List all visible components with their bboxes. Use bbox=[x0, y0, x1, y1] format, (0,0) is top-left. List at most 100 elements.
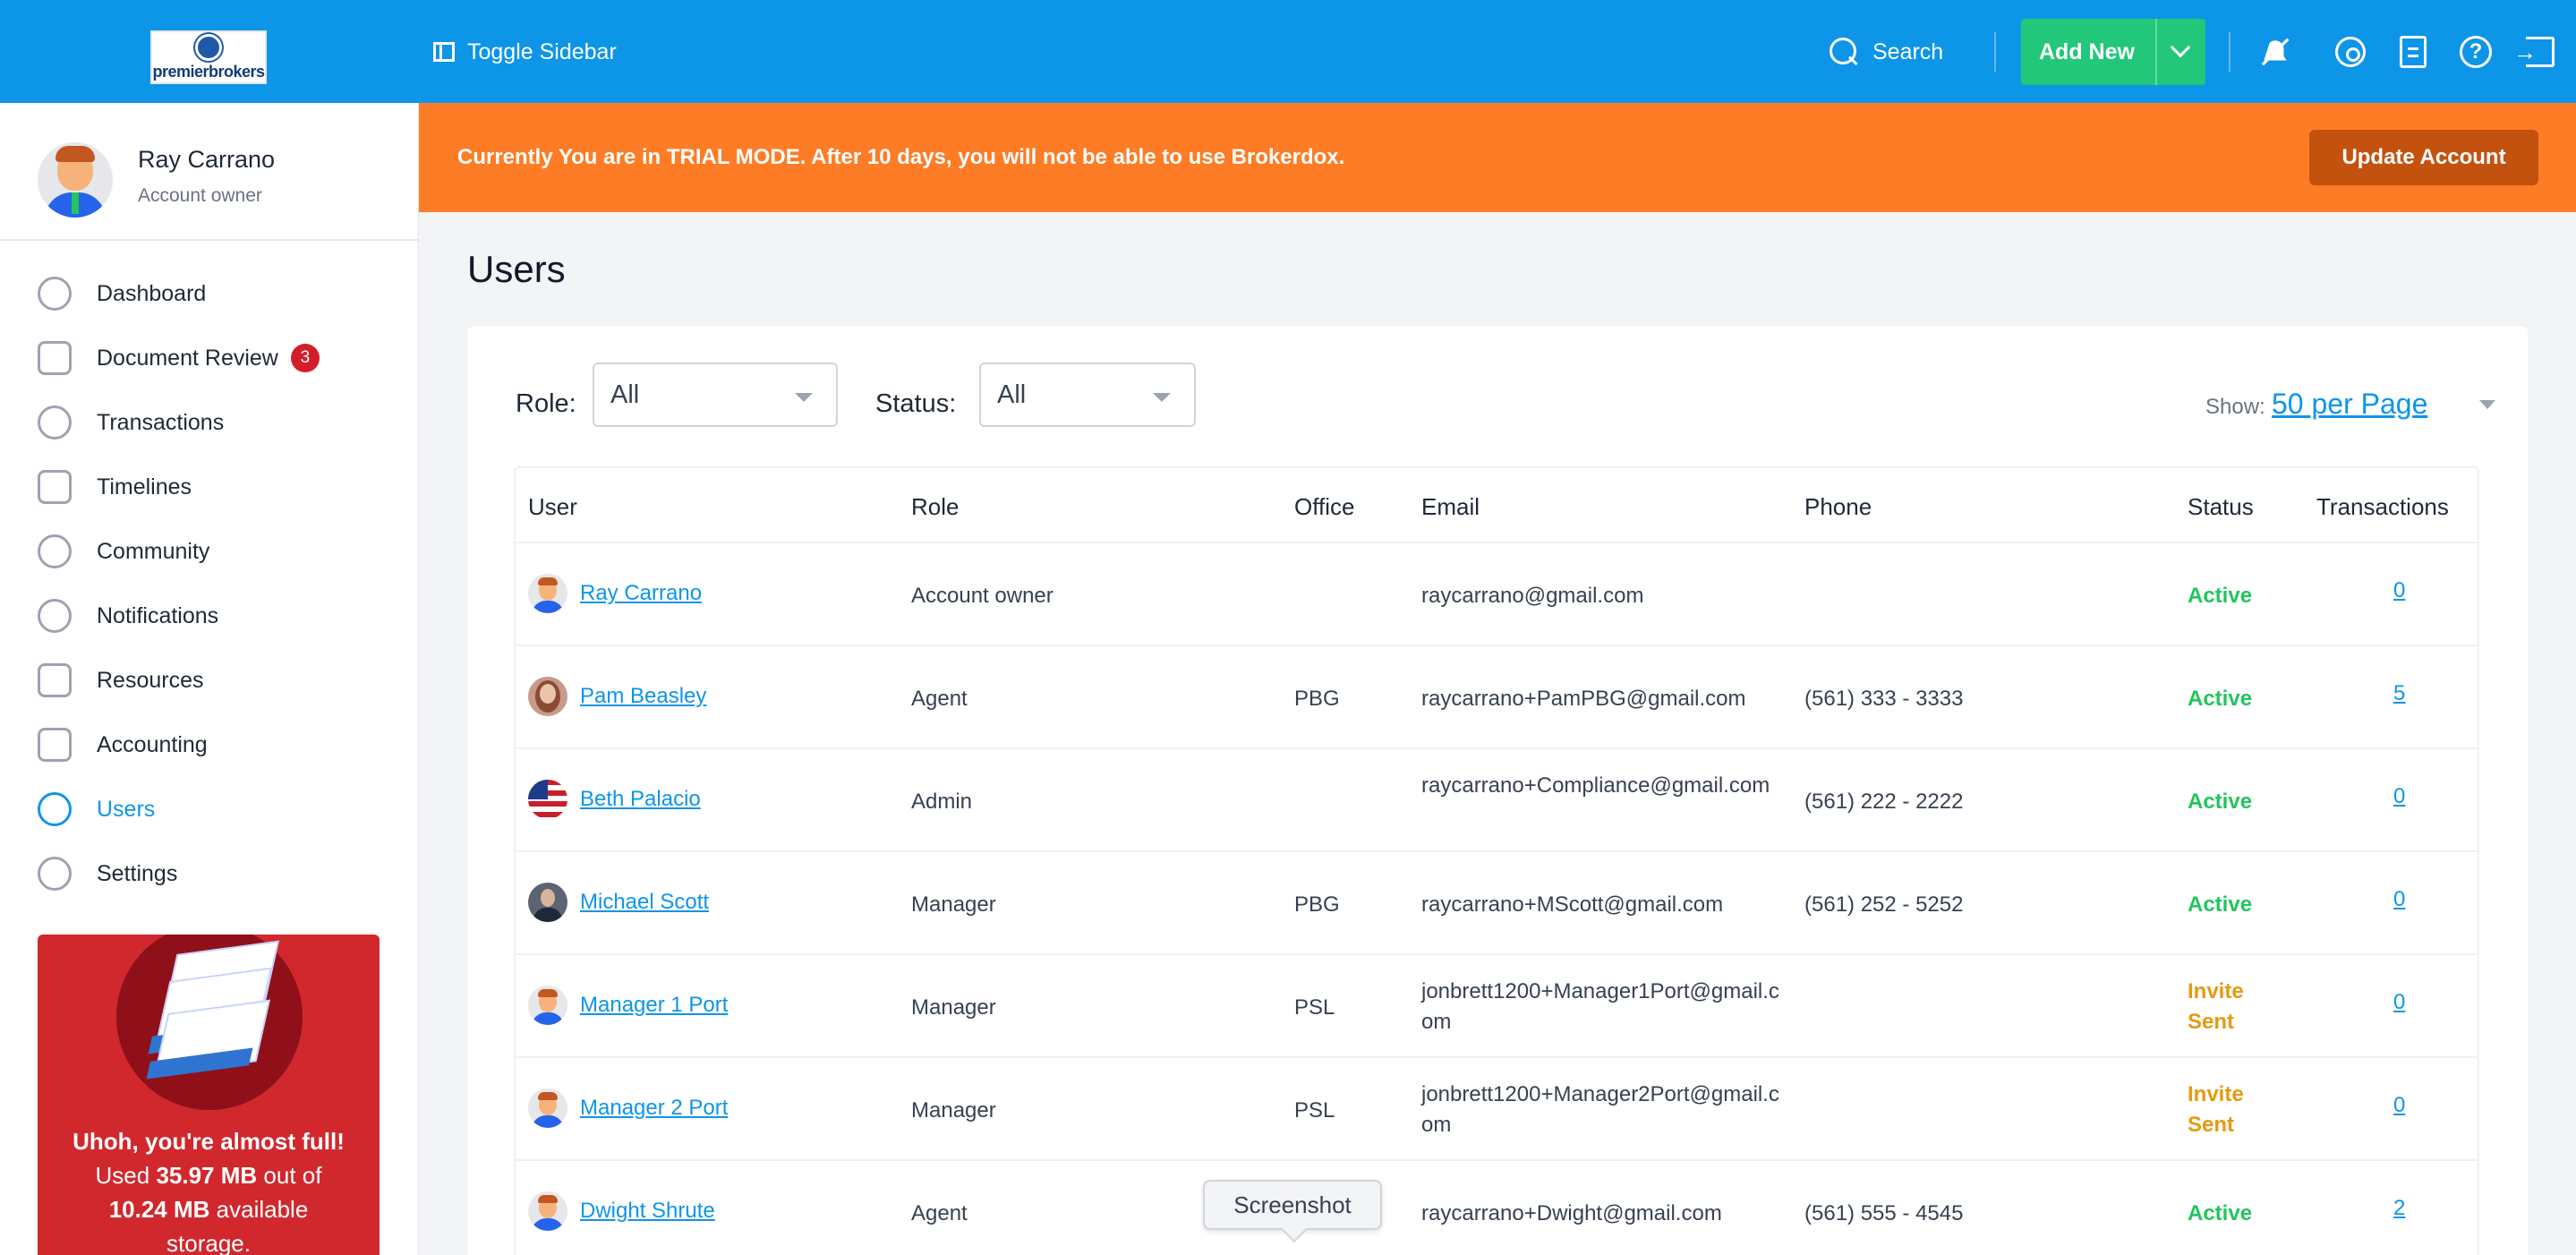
column-header-role[interactable]: Role bbox=[911, 493, 959, 521]
user-name-link[interactable]: Dwight Shrute bbox=[580, 1199, 715, 1224]
status-badge: Active bbox=[2188, 1201, 2253, 1225]
sidebar-item-timelines[interactable]: Timelines bbox=[38, 465, 192, 509]
user-cell: Manager 2 Port bbox=[528, 1089, 728, 1128]
column-header-status[interactable]: Status bbox=[2188, 493, 2254, 521]
role-cell: Manager bbox=[911, 995, 996, 1020]
office-cell: PSL bbox=[1294, 1098, 1335, 1123]
role-cell: Admin bbox=[911, 790, 973, 814]
sidebar-item-accounting[interactable]: Accounting bbox=[38, 722, 208, 767]
user-name-link[interactable]: Manager 2 Port bbox=[580, 1096, 728, 1121]
user-name-link[interactable]: Beth Palacio bbox=[580, 787, 701, 812]
user-name-link[interactable]: Ray Carrano bbox=[580, 581, 702, 606]
transactions-count-link[interactable]: 0 bbox=[2393, 781, 2405, 812]
dashboard-icon bbox=[38, 277, 72, 311]
folder-icon bbox=[38, 663, 72, 697]
sidebar-item-resources[interactable]: Resources bbox=[38, 658, 204, 703]
avatar bbox=[528, 883, 567, 922]
office-cell: PBG bbox=[1294, 687, 1340, 711]
column-header-email[interactable]: Email bbox=[1421, 493, 1480, 521]
role-cell: Manager bbox=[911, 1098, 996, 1123]
column-header-user[interactable]: User bbox=[528, 493, 577, 521]
document-review-badge: 3 bbox=[290, 344, 320, 372]
sidebar-item-label: Notifications bbox=[97, 602, 219, 628]
transactions-count-link[interactable]: 2 bbox=[2393, 1193, 2405, 1224]
email-cell: raycarrano+MScott@gmail.com bbox=[1421, 892, 1724, 917]
help-button[interactable]: ? bbox=[2458, 34, 2494, 70]
table-row: Manager 2 Port Manager PSL jonbrett1200+… bbox=[516, 1058, 2478, 1161]
user-profile[interactable]: Ray Carrano Account owner bbox=[0, 103, 419, 241]
phone-cell: (561) 222 - 2222 bbox=[1804, 790, 1964, 814]
avatar bbox=[528, 1089, 567, 1128]
sidebar-item-community[interactable]: Community bbox=[38, 529, 209, 574]
table-row: Ray Carrano Account owner raycarrano@gma… bbox=[516, 543, 2478, 646]
notifications-bell-button[interactable] bbox=[2257, 34, 2293, 70]
show-label: Show: bbox=[2205, 395, 2265, 419]
status-filter-value: All bbox=[997, 380, 1027, 409]
column-header-transactions[interactable]: Transactions bbox=[2316, 493, 2449, 521]
sidebar-item-label: Document Review bbox=[97, 345, 278, 371]
table-row: Beth Palacio Admin raycarrano+Compliance… bbox=[516, 749, 2478, 852]
reports-button[interactable] bbox=[2395, 34, 2431, 70]
chevron-down-icon[interactable] bbox=[2479, 400, 2495, 409]
transactions-count-link[interactable]: 0 bbox=[2393, 987, 2405, 1018]
sidebar-item-label: Resources bbox=[97, 667, 204, 693]
profile-name: Ray Carrano bbox=[138, 146, 276, 173]
table-row: Michael Scott Manager PBG raycarrano+MSc… bbox=[516, 852, 2478, 955]
column-header-phone[interactable]: Phone bbox=[1804, 493, 1872, 521]
user-name-link[interactable]: Pam Beasley bbox=[580, 684, 706, 709]
column-header-office[interactable]: Office bbox=[1294, 493, 1354, 521]
status-filter-select[interactable]: All bbox=[979, 363, 1196, 427]
email-cell: raycarrano@gmail.com bbox=[1421, 584, 1644, 608]
table-row: Pam Beasley Agent PBG raycarrano+PamPBG@… bbox=[516, 646, 2478, 749]
storage-alert: Uhoh, you're almost full! Used 35.97 MB … bbox=[38, 935, 380, 1255]
add-new-button[interactable]: Add New bbox=[2021, 19, 2205, 85]
transactions-count-link[interactable]: 0 bbox=[2393, 884, 2405, 915]
transactions-count-link[interactable]: 5 bbox=[2393, 679, 2405, 709]
storage-headline: Uhoh, you're almost full! bbox=[73, 1128, 345, 1155]
status-badge: Invite Sent bbox=[2188, 979, 2244, 1034]
role-cell: Manager bbox=[911, 892, 996, 917]
transactions-count-link[interactable]: 0 bbox=[2393, 1090, 2405, 1121]
sidebar-item-label: Users bbox=[97, 796, 156, 822]
bell-off-icon bbox=[2261, 38, 2290, 66]
status-badge: Invite Sent bbox=[2188, 1082, 2244, 1137]
sidebar-item-label: Dashboard bbox=[97, 280, 207, 306]
transactions-count-link[interactable]: 0 bbox=[2393, 576, 2405, 606]
logout-button[interactable] bbox=[2513, 34, 2558, 70]
table-row: Dwight Shrute Agent raycarrano+Dwight@gm… bbox=[516, 1161, 2478, 1255]
add-new-label: Add New bbox=[2039, 38, 2135, 64]
users-card: Role: All Status: All Show: 50 per Page … bbox=[467, 327, 2528, 1255]
office-cell: PBG bbox=[1294, 892, 1340, 917]
chevron-down-icon bbox=[1153, 393, 1171, 402]
phone-cell: (561) 333 - 3333 bbox=[1804, 687, 1964, 711]
role-cell: Agent bbox=[911, 687, 968, 711]
document-review-icon bbox=[38, 341, 72, 375]
profile-role: Account owner bbox=[138, 185, 262, 206]
add-new-separator bbox=[2155, 19, 2157, 85]
sidebar-item-label: Settings bbox=[97, 860, 178, 886]
search-button[interactable]: Search bbox=[1830, 32, 1943, 72]
company-logo[interactable]: premierbrokers bbox=[150, 30, 267, 84]
role-filter-select[interactable]: All bbox=[593, 363, 838, 427]
sidebar-item-settings[interactable]: Settings bbox=[38, 851, 177, 896]
avatar bbox=[38, 142, 113, 218]
user-name-link[interactable]: Michael Scott bbox=[580, 890, 709, 915]
per-page-select[interactable]: 50 per Page bbox=[2272, 388, 2427, 421]
sidebar-item-notifications[interactable]: Notifications bbox=[38, 593, 218, 638]
logo-text: premierbrokers bbox=[152, 62, 265, 81]
settings-button[interactable] bbox=[2333, 34, 2368, 70]
chevron-down-icon bbox=[795, 393, 813, 402]
status-badge: Active bbox=[2188, 790, 2253, 814]
update-account-button[interactable]: Update Account bbox=[2309, 130, 2538, 185]
sidebar-item-users[interactable]: Users bbox=[38, 787, 155, 832]
user-name-link[interactable]: Manager 1 Port bbox=[580, 993, 728, 1018]
user-cell: Dwight Shrute bbox=[528, 1191, 715, 1231]
sidebar-item-dashboard[interactable]: Dashboard bbox=[38, 271, 206, 316]
screenshot-tooltip: Screenshot bbox=[1203, 1180, 1382, 1230]
top-bar: premierbrokers Toggle Sidebar Search Add… bbox=[0, 0, 2576, 103]
sidebar-item-document-review[interactable]: Document Review 3 bbox=[38, 336, 320, 380]
main-content: Currently You are in TRIAL MODE. After 1… bbox=[419, 103, 2576, 1255]
chevron-down-icon bbox=[2170, 37, 2191, 58]
toggle-sidebar-button[interactable]: Toggle Sidebar bbox=[433, 32, 617, 72]
sidebar-item-transactions[interactable]: Transactions bbox=[38, 400, 224, 445]
